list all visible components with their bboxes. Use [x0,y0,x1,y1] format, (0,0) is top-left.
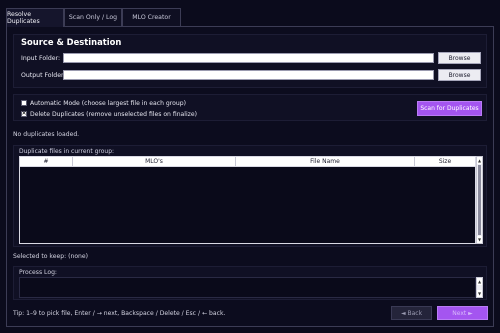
input-folder-field[interactable] [63,53,434,63]
table-scrollbar[interactable]: ▲ ▼ [476,156,483,244]
log-scrollbar[interactable]: ▲ ▼ [476,277,483,298]
tab-label: MLO Creator [132,14,171,21]
tip-text: Tip: 1–9 to pick file, Enter / → next, B… [13,310,226,317]
scroll-down-icon[interactable]: ▼ [477,236,482,243]
input-folder-label: Input Folder: [21,55,61,62]
tab-resolve-duplicates[interactable]: Resolve Duplicates [6,8,64,27]
column-header-size[interactable]: Size [415,157,475,166]
delete-duplicates-checkbox[interactable]: ✕ [21,111,27,117]
automatic-mode-label: Automatic Mode (choose largest file in e… [30,100,186,107]
scroll-thumb[interactable] [478,165,481,235]
browse-input-button[interactable]: Browse [438,52,481,64]
section-title: Source & Destination [21,37,122,47]
process-log-label: Process Log: [19,269,57,276]
checkmark-icon: ✕ [21,110,27,117]
tab-scan-only-log[interactable]: Scan Only / Log [64,8,122,26]
process-log-area[interactable] [19,277,476,298]
duplicate-files-table[interactable] [19,156,476,244]
next-button[interactable]: Next ► [437,306,488,320]
tab-label: Resolve Duplicates [7,11,40,25]
column-header-file-name[interactable]: File Name [236,157,415,166]
duplicate-group-label: Duplicate files in current group: [19,148,115,155]
output-folder-label: Output Folder: [21,72,66,79]
automatic-mode-checkbox[interactable] [21,100,27,106]
scroll-up-icon[interactable]: ▲ [477,278,482,285]
scan-for-duplicates-button[interactable]: Scan for Duplicates [417,101,482,116]
table-header: # MLO's File Name Size [19,156,476,167]
output-folder-field[interactable] [63,70,434,80]
back-button[interactable]: ◄ Back [391,306,432,320]
status-text: No duplicates loaded. [13,131,80,138]
column-header-mlos[interactable]: MLO's [73,157,236,166]
selected-to-keep-text: Selected to keep: (none) [13,253,89,260]
delete-duplicates-label: Delete Duplicates (remove unselected fil… [30,111,198,118]
browse-output-button[interactable]: Browse [438,69,481,81]
scroll-up-icon[interactable]: ▲ [477,157,482,164]
tab-mlo-creator[interactable]: MLO Creator [122,8,181,26]
scroll-down-icon[interactable]: ▼ [477,290,482,297]
column-header-index[interactable]: # [20,157,73,166]
tab-label: Scan Only / Log [68,14,118,21]
